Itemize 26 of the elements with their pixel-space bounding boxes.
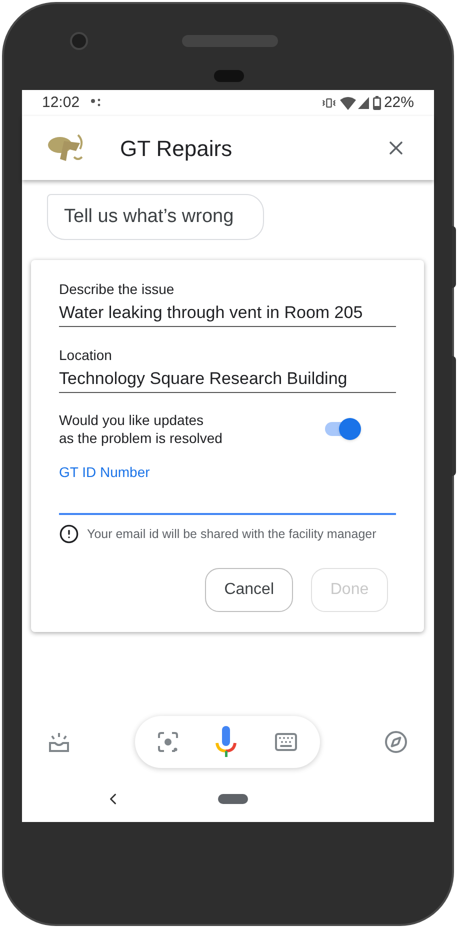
status-time: 12:02 [42, 92, 80, 113]
signal-icon [358, 97, 369, 109]
field-label: Describe the issue [59, 280, 176, 298]
input-field[interactable]: Water leaking through vent in Room 205 [59, 301, 396, 327]
battery-icon [372, 96, 381, 110]
chat-bubble: Tell us what’s wrong [47, 194, 264, 240]
input-field[interactable]: Technology Square Research Building [59, 367, 396, 393]
keyboard-icon[interactable] [274, 730, 298, 754]
field-label: Location [59, 346, 113, 364]
vibrate-icon [322, 96, 336, 110]
mic-icon[interactable] [215, 725, 237, 759]
email-note: Your email id will be shared with the facility manager [87, 526, 376, 543]
info-icon [59, 524, 79, 544]
compass-icon[interactable] [384, 730, 408, 754]
home-handle[interactable] [218, 794, 248, 804]
wifi-icon [340, 96, 356, 110]
dialog-button[interactable]: Cancel [205, 568, 293, 612]
lens-icon[interactable] [156, 731, 178, 753]
assistant-dots-icon [90, 98, 102, 108]
camera-icon [70, 32, 88, 50]
battery-percent: 22% [384, 92, 414, 113]
toggle-label: Would you like updates as the problem is resolved [59, 411, 222, 447]
app-title: GT Repairs [120, 134, 232, 163]
tray-sparkle-icon [48, 731, 70, 753]
field-label: GT ID Number [59, 464, 150, 480]
sensor-slot [214, 70, 244, 82]
